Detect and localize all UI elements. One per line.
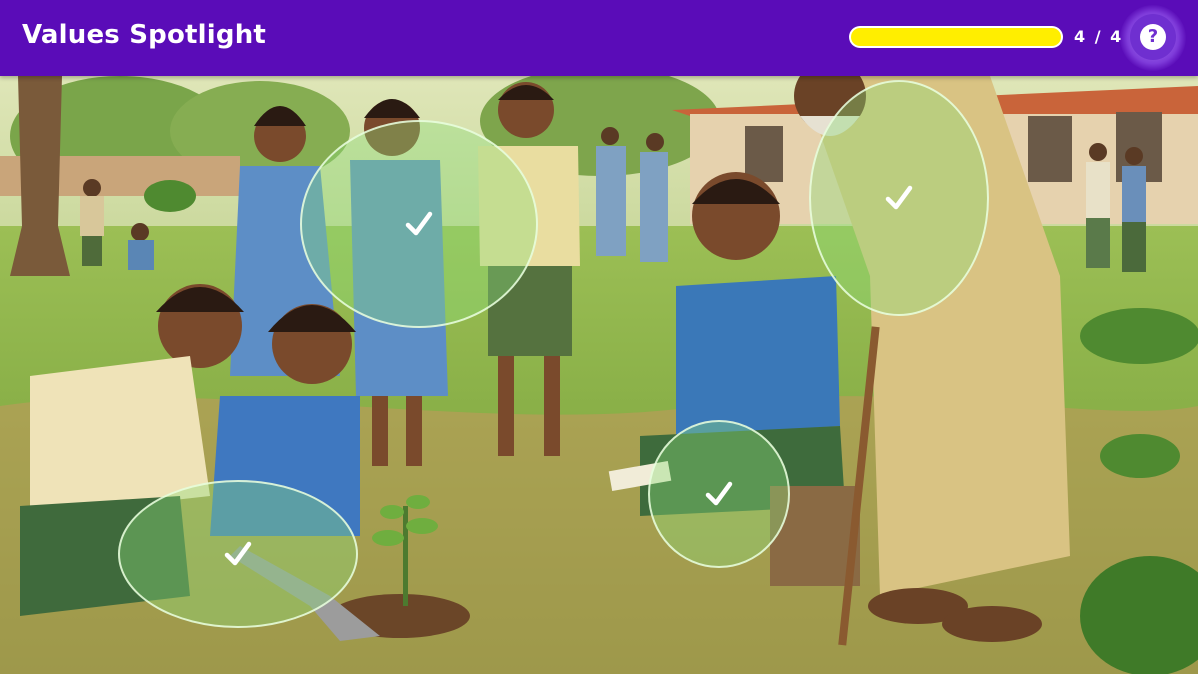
hotspot-notebook-writing[interactable] — [648, 420, 790, 568]
check-icon — [705, 481, 733, 506]
school-window — [745, 126, 783, 182]
help-icon: ? — [1140, 24, 1166, 50]
check-icon — [224, 541, 252, 566]
check-icon — [405, 211, 433, 236]
help-button[interactable]: ? — [1130, 14, 1176, 60]
bush — [144, 180, 196, 212]
hotspot-clapping-girl[interactable] — [300, 120, 538, 328]
bush — [1100, 434, 1180, 478]
hotspot-planting-hands[interactable] — [118, 480, 358, 628]
progress-fill — [851, 28, 1061, 46]
game-title: Values Spotlight — [22, 20, 267, 50]
progress-bar — [849, 26, 1063, 48]
bush — [1080, 308, 1198, 364]
check-icon — [885, 185, 913, 210]
hotspot-elder-shoulder[interactable] — [809, 80, 989, 316]
scene-illustration — [0, 76, 1198, 674]
top-bar: Values Spotlight 4 / 4 ? — [0, 0, 1198, 76]
progress-count: 4 / 4 — [1074, 27, 1124, 46]
school-window — [1028, 116, 1072, 182]
